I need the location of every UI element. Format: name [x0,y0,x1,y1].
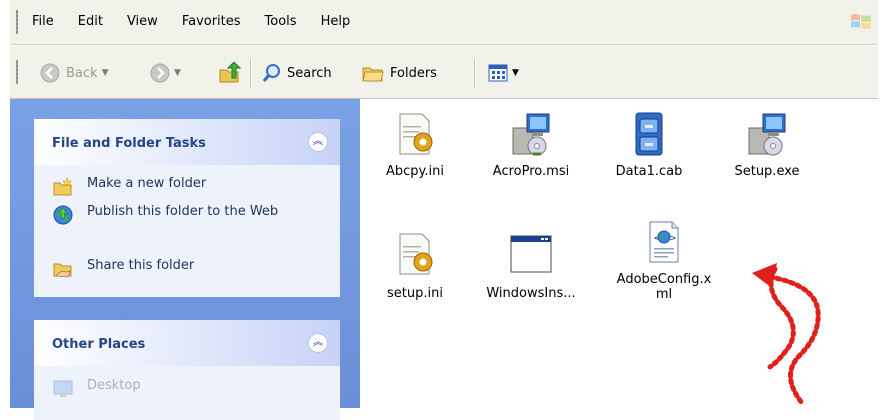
other-places-header[interactable]: Other Places ︽ [34,320,340,366]
file-folder-tasks-panel: File and Folder Tasks ︽ Make a new folde… [34,119,340,297]
share-folder-icon [53,263,72,278]
publish-globe-icon [53,205,73,225]
views-button[interactable]: ▼ [488,60,519,86]
up-folder-icon [219,62,242,83]
file-item[interactable]: WindowsIns... [476,230,586,301]
task-label: Make a new folder [87,176,207,191]
views-grid-icon [488,64,508,82]
xml-document-icon: < > [649,221,679,263]
menu-bar: File Edit View Favorites Tools Help [10,0,878,45]
other-places-panel: Other Places ︽ Desktop [34,320,340,420]
menu-edit[interactable]: Edit [78,14,103,29]
up-folder-button[interactable] [218,60,242,86]
ini-settings-icon [399,113,433,155]
windows-logo-icon [851,14,871,29]
search-button[interactable]: Search [262,60,332,86]
file-name: Abcpy.ini [386,164,444,179]
file-name: WindowsIns... [486,286,576,301]
menu-favorites[interactable]: Favorites [182,14,241,29]
menu-file[interactable]: File [32,14,54,29]
svg-text:>: > [670,233,676,244]
file-item[interactable]: setup.ini [360,230,470,301]
task-share-folder[interactable]: Share this folder [52,258,194,280]
folders-icon [362,67,384,82]
file-name: Setup.exe [734,164,800,179]
forward-dropdown-icon[interactable]: ▼ [174,68,181,78]
file-item[interactable]: Data1.cab [594,110,704,179]
forward-arrow-icon [150,63,170,83]
installer-icon [748,113,786,156]
file-item[interactable]: AcroPro.msi [476,110,586,179]
toolbar-grip[interactable] [16,60,18,84]
search-icon [262,64,280,82]
place-desktop[interactable]: Desktop [52,378,141,400]
task-label: Publish this folder to the Web [87,204,279,219]
ini-settings-icon [399,233,433,275]
file-name: AcroPro.msi [492,164,570,179]
back-button[interactable]: Back ▼ [40,60,108,86]
annotation-arrow [752,263,821,406]
standard-toolbar: Back ▼ ▼ Search Folders ▼ [10,46,878,99]
file-name: setup.ini [387,286,443,301]
new-folder-icon [53,177,72,196]
file-name: Data1.cab [615,164,683,179]
desktop-icon [53,380,73,397]
task-label: Share this folder [87,258,195,273]
menu-grip[interactable] [16,10,18,34]
file-item[interactable]: Abcpy.ini [360,110,470,179]
task-pane: File and Folder Tasks ︽ Make a new folde… [10,99,360,420]
file-folder-tasks-header[interactable]: File and Folder Tasks ︽ [34,119,340,165]
collapse-chevron-icon[interactable]: ︽ [308,132,328,152]
file-item[interactable]: Setup.exe [712,110,822,179]
back-dropdown-icon[interactable]: ▼ [102,68,109,78]
back-label: Back [66,65,98,81]
file-name: AdobeConfig.xml [616,272,712,302]
collapse-chevron-icon[interactable]: ︽ [308,333,328,353]
menu-help[interactable]: Help [321,14,351,29]
menu-view[interactable]: View [127,14,158,29]
application-window-icon [510,235,552,273]
panel-title: Other Places [52,337,146,352]
toolbar-separator [474,58,476,88]
forward-button[interactable]: ▼ [150,60,181,86]
views-dropdown-icon[interactable]: ▼ [512,68,519,78]
task-make-new-folder[interactable]: Make a new folder [52,176,206,198]
installer-icon [512,113,550,156]
search-label: Search [287,65,332,81]
task-label: Desktop [87,378,141,393]
cabinet-archive-icon [635,112,663,156]
panel-title: File and Folder Tasks [52,136,206,151]
toolbar-separator [250,58,252,88]
folders-label: Folders [390,65,437,81]
task-publish-to-web[interactable]: Publish this folder to the Web [52,204,292,226]
folders-button[interactable]: Folders [362,60,437,86]
back-arrow-icon [40,63,60,83]
menu-tools[interactable]: Tools [265,14,297,29]
